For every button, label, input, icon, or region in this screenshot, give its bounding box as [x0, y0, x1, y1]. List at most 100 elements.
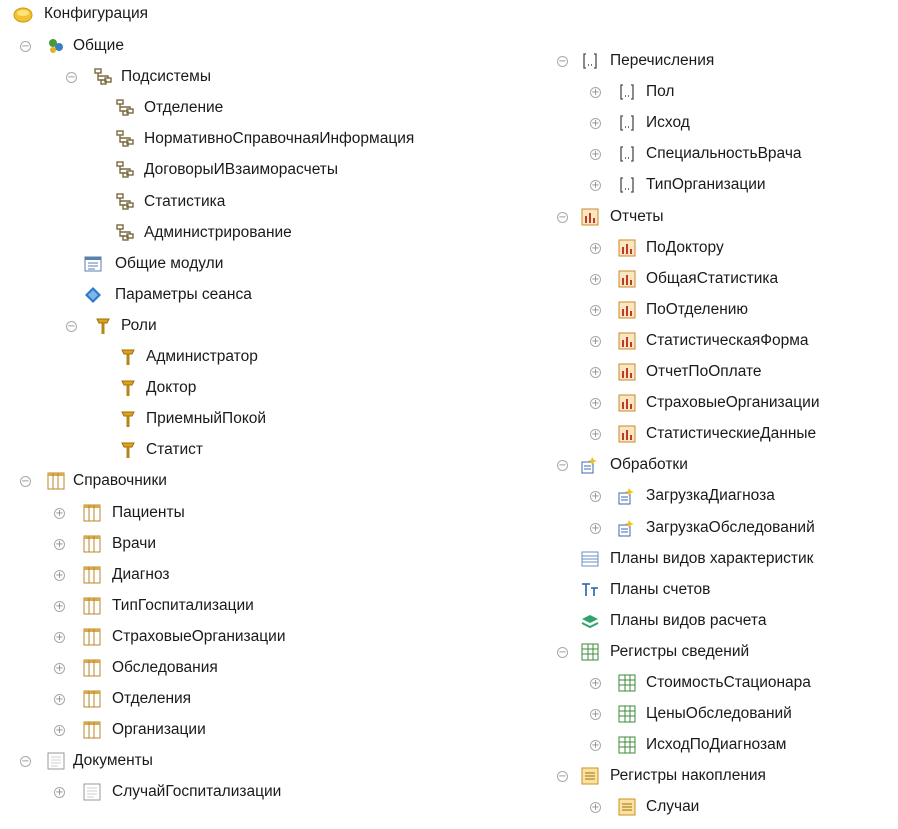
accumulation-register-icon [617, 797, 637, 817]
enum-icon [580, 51, 600, 71]
tree-label: Планы счетов [610, 580, 711, 598]
expand-toggle-icon[interactable]: + [54, 507, 65, 519]
expand-toggle-icon[interactable]: + [590, 491, 601, 503]
document-icon [82, 782, 102, 802]
enum-icon [617, 144, 637, 164]
expand-toggle-icon[interactable]: + [590, 304, 601, 316]
catalog-icon [82, 627, 102, 647]
tree-label: Обследования [112, 659, 218, 676]
collapse-toggle-icon[interactable]: − [66, 72, 77, 84]
role-icon [93, 316, 113, 336]
tree-label: НормативноСправочнаяИнформация [144, 130, 415, 148]
data-processor-icon [617, 486, 637, 506]
expand-toggle-icon[interactable]: + [590, 273, 601, 285]
tree-label: Врачи [112, 534, 156, 552]
tree-label: Диагноз [112, 565, 170, 583]
common-icon [46, 36, 66, 56]
tree-label: ПоОтделению [646, 300, 749, 318]
tree-label: Подсистемы [121, 68, 211, 86]
expand-toggle-icon[interactable]: + [54, 663, 65, 674]
catalog-icon [82, 565, 102, 585]
expand-toggle-icon[interactable]: + [590, 429, 601, 441]
report-icon [617, 300, 637, 320]
tree-label: Общие [73, 37, 124, 54]
expand-toggle-icon[interactable]: + [54, 569, 65, 581]
tree-label: Доктор [146, 379, 197, 397]
tree-label: Администратор [146, 348, 258, 365]
expand-toggle-icon[interactable]: + [54, 538, 65, 550]
report-icon [617, 331, 637, 351]
enum-icon [617, 113, 637, 133]
collapse-toggle-icon[interactable]: − [557, 771, 568, 783]
expand-toggle-icon[interactable]: + [54, 631, 65, 643]
expand-toggle-icon[interactable]: + [590, 678, 601, 689]
tree-label: ДоговорыИВзаиморасчеты [144, 161, 339, 179]
tree-label: Статист [146, 441, 204, 459]
expand-toggle-icon[interactable]: + [590, 398, 601, 410]
tree-label: Отделение [144, 99, 224, 117]
expand-toggle-icon[interactable]: + [590, 367, 601, 378]
report-icon [617, 424, 637, 444]
tree-label: СпециальностьВрача [646, 145, 802, 163]
expand-toggle-icon[interactable]: + [590, 802, 601, 814]
enum-icon [617, 82, 637, 102]
expand-toggle-icon[interactable]: + [54, 787, 65, 799]
tree-label: СтатистическаяФорма [646, 331, 809, 349]
role-icon [118, 409, 138, 429]
expand-toggle-icon[interactable]: + [54, 600, 65, 612]
expand-toggle-icon[interactable]: + [590, 242, 601, 254]
tree-label: ИсходПоДиагнозам [646, 736, 787, 754]
information-register-icon [617, 673, 637, 693]
tree-label: Обработки [610, 456, 688, 474]
expand-toggle-icon[interactable]: + [54, 725, 65, 737]
expand-toggle-icon[interactable]: + [590, 709, 601, 721]
tree-label: СтраховыеОрганизации [646, 394, 820, 412]
tree-label: Исход [646, 114, 690, 132]
tree-label: СтатистическиеДанные [646, 425, 817, 443]
tree-label: Администрирование [144, 223, 292, 241]
report-icon [617, 362, 637, 382]
expand-toggle-icon[interactable]: + [590, 149, 601, 161]
subsystem-icon [115, 223, 135, 243]
tree-label: СтоимостьСтационара [646, 674, 811, 691]
chart-of-accounts-icon [580, 580, 600, 600]
tree-label: ТипОрганизации [646, 176, 766, 194]
tree-label: Пол [646, 83, 675, 101]
expand-toggle-icon[interactable]: + [54, 694, 65, 706]
expand-toggle-icon[interactable]: + [590, 335, 601, 347]
tree-label: Справочники [73, 472, 167, 490]
collapse-toggle-icon[interactable]: − [557, 460, 568, 472]
collapse-toggle-icon[interactable]: − [557, 56, 568, 67]
catalog-icon [82, 503, 102, 523]
subsystem-icon [115, 129, 135, 149]
catalog-icon [82, 689, 102, 709]
collapse-toggle-icon[interactable]: − [20, 41, 31, 52]
tree-label: ОбщаяСтатистика [646, 269, 779, 287]
expand-toggle-icon[interactable]: + [590, 87, 601, 99]
tree-label: Статистика [144, 192, 226, 210]
information-register-icon [617, 704, 637, 724]
collapse-toggle-icon[interactable]: − [66, 320, 77, 332]
chart-of-calculation-types-icon [580, 611, 600, 631]
collapse-toggle-icon[interactable]: − [20, 756, 31, 768]
tree-label: ПриемныйПокой [146, 410, 267, 428]
tree-label: Организации [112, 721, 206, 739]
tree-label: Планы видов характеристик [610, 549, 814, 567]
catalog-icon [82, 658, 102, 678]
tree-label: Планы видов расчета [610, 611, 767, 629]
report-icon [617, 393, 637, 413]
expand-toggle-icon[interactable]: + [590, 740, 601, 752]
tree-label: Отделения [112, 690, 192, 708]
enum-icon [617, 175, 637, 195]
collapse-toggle-icon[interactable]: − [557, 646, 568, 658]
config-icon [13, 7, 33, 27]
collapse-toggle-icon[interactable]: − [20, 476, 31, 488]
tree-label: Регистры накопления [610, 767, 766, 785]
role-icon [118, 378, 138, 398]
tree-label: Параметры сеанса [115, 285, 252, 303]
expand-toggle-icon[interactable]: + [590, 118, 601, 130]
subsystem-icon [115, 192, 135, 212]
collapse-toggle-icon[interactable]: − [557, 211, 568, 223]
expand-toggle-icon[interactable]: + [590, 522, 601, 534]
expand-toggle-icon[interactable]: + [590, 180, 601, 192]
